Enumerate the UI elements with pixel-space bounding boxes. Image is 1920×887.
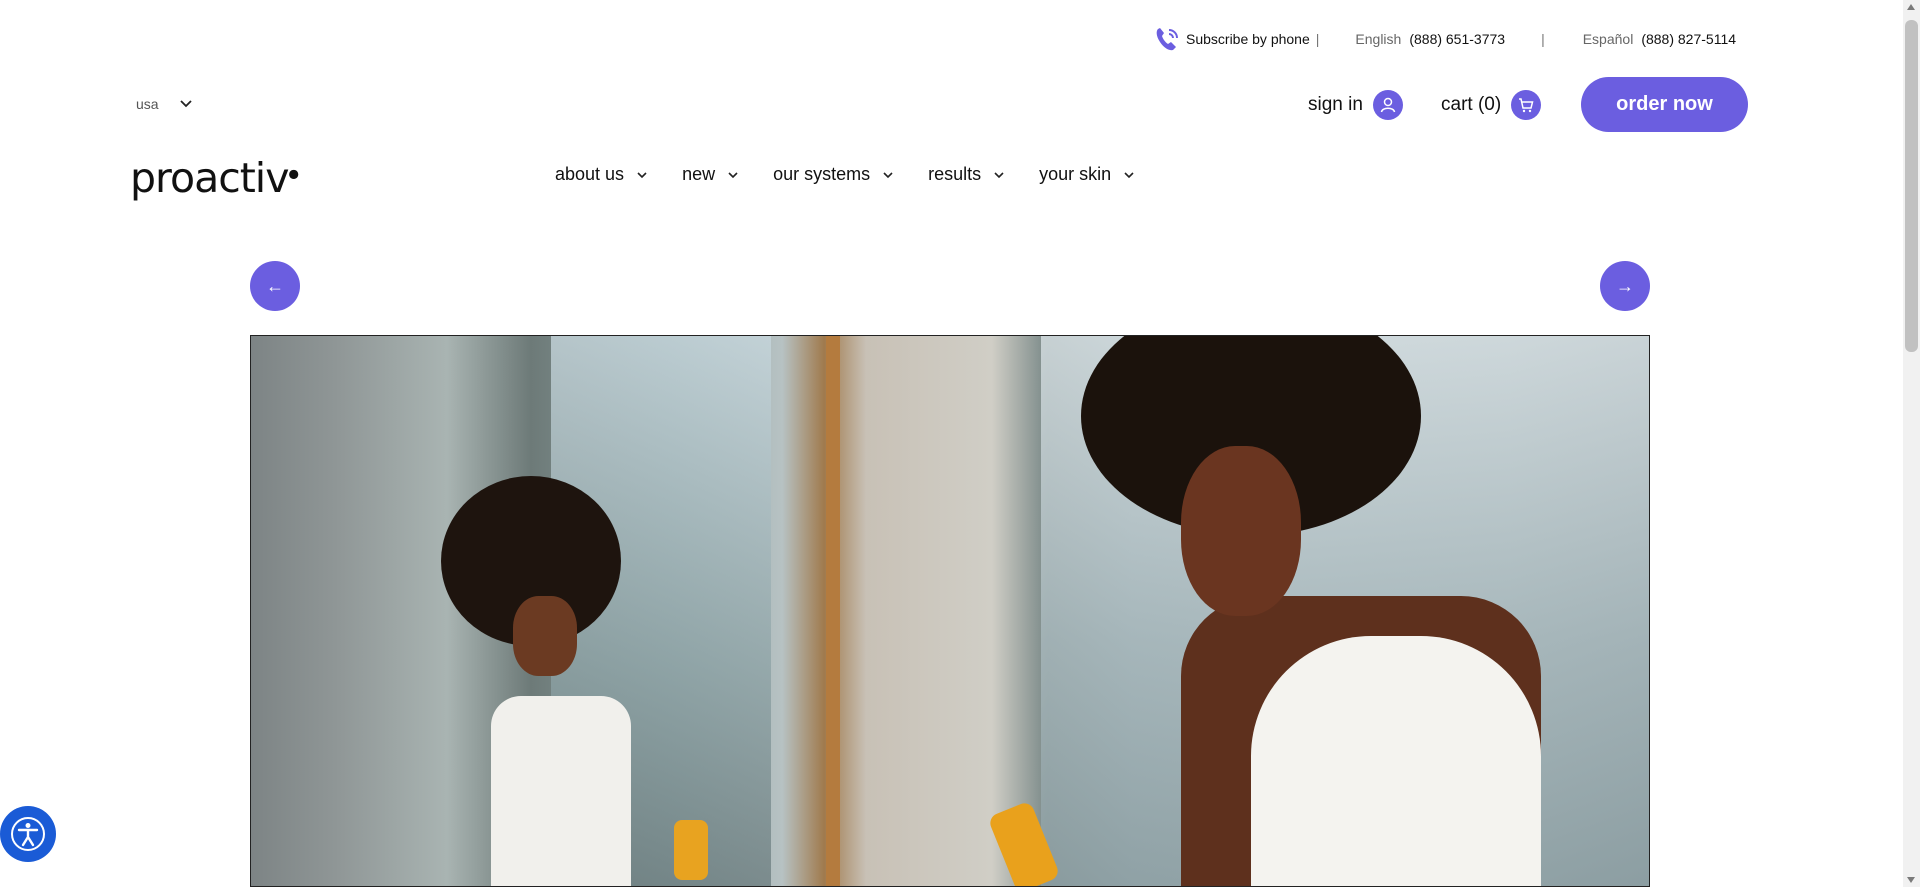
carousel-next-button[interactable]: → xyxy=(1600,261,1650,311)
scrollbar-thumb[interactable] xyxy=(1905,20,1918,352)
hero-image xyxy=(250,335,1650,887)
spanish-phone-link[interactable]: (888) 827-5114 xyxy=(1641,31,1736,47)
woman-face xyxy=(1181,446,1301,616)
subscribe-by-phone-link[interactable]: Subscribe by phone xyxy=(1186,31,1310,47)
page-scrollbar[interactable] xyxy=(1903,0,1920,887)
cart-link[interactable]: cart (0) xyxy=(1441,90,1542,120)
cart-icon xyxy=(1511,90,1542,120)
chevron-down-icon xyxy=(994,171,1004,178)
scroll-down-icon[interactable] xyxy=(1907,877,1915,883)
sign-in-label: sign in xyxy=(1308,94,1363,115)
sign-in-link[interactable]: sign in xyxy=(1308,90,1403,120)
order-now-button[interactable]: order now xyxy=(1581,77,1748,132)
chevron-down-icon xyxy=(637,171,647,178)
nav-item-label: your skin xyxy=(1039,164,1112,184)
country-select[interactable]: usa xyxy=(136,96,193,112)
mirror-frame xyxy=(826,336,840,886)
nav-item-label: new xyxy=(682,164,716,184)
separator: | xyxy=(1541,31,1545,47)
phone-icon xyxy=(1156,28,1178,51)
chevron-down-icon xyxy=(883,171,893,178)
spanish-label: Español xyxy=(1582,31,1634,47)
user-icon xyxy=(1372,90,1403,120)
country-value: usa xyxy=(136,96,159,112)
chevron-down-icon xyxy=(728,171,738,178)
arrow-left-icon: ← xyxy=(266,275,284,296)
nav-item-results[interactable]: results xyxy=(928,164,1005,185)
logo-text: proactiv xyxy=(130,154,289,202)
nav-item-new[interactable]: new xyxy=(682,164,739,185)
carousel-prev-button[interactable]: ← xyxy=(250,261,300,311)
proactiv-logo[interactable]: proactiv● xyxy=(130,154,299,202)
chevron-down-icon xyxy=(179,100,192,108)
nav-item-our-systems[interactable]: our systems xyxy=(773,164,894,185)
separator: | xyxy=(1315,31,1320,47)
nav-item-about-us[interactable]: about us xyxy=(555,164,648,185)
main-nav: about us new our systems results your sk… xyxy=(555,164,1169,185)
woman-top xyxy=(1251,636,1541,886)
accessibility-button[interactable] xyxy=(0,806,56,862)
accessibility-icon xyxy=(11,817,45,851)
nav-item-your-skin[interactable]: your skin xyxy=(1039,164,1135,185)
chevron-down-icon xyxy=(1124,171,1134,178)
reflection-face xyxy=(513,596,577,676)
english-label: English xyxy=(1355,31,1402,47)
nav-item-label: our systems xyxy=(773,164,871,184)
scroll-up-icon[interactable] xyxy=(1907,4,1915,10)
nav-item-label: about us xyxy=(555,164,625,184)
logo-dot: ● xyxy=(288,166,299,181)
phone-subscribe-bar: Subscribe by phone | English (888) 651-3… xyxy=(1152,24,1736,54)
nav-item-label: results xyxy=(928,164,982,184)
product-bottle xyxy=(674,820,708,880)
cart-label: cart (0) xyxy=(1441,94,1502,115)
reflection-top xyxy=(491,696,631,886)
arrow-right-icon: → xyxy=(1616,275,1634,296)
english-phone-link[interactable]: (888) 651-3773 xyxy=(1409,31,1505,47)
